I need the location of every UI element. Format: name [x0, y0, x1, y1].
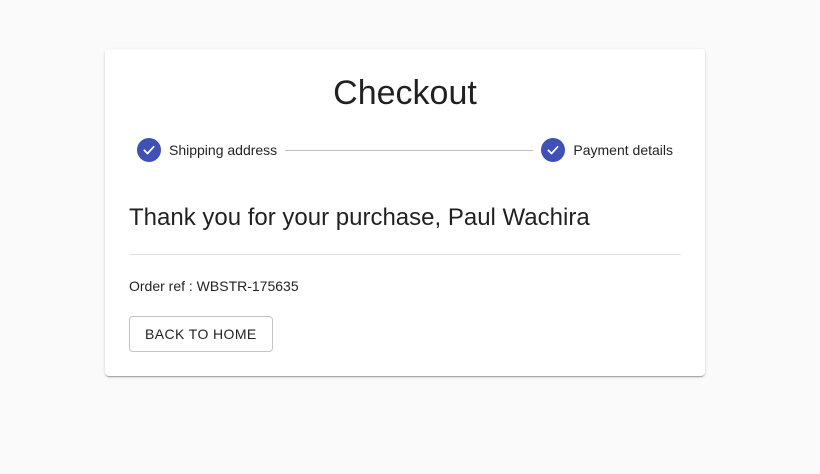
check-circle-icon — [541, 138, 566, 162]
step-connector — [285, 149, 534, 151]
back-to-home-button[interactable]: BACK TO HOME — [129, 316, 273, 352]
step-payment-details: Payment details — [541, 138, 673, 162]
step-shipping-address: Shipping address — [137, 138, 277, 162]
divider — [129, 254, 681, 255]
checkout-card: Checkout Shipping address Payment detail… — [105, 49, 705, 376]
order-reference: Order ref : WBSTR-175635 — [129, 278, 299, 294]
step-label: Shipping address — [169, 142, 278, 158]
check-circle-icon — [137, 138, 161, 162]
step-label: Payment details — [573, 142, 673, 158]
confirmation-message: Thank you for your purchase, Paul Wachir… — [129, 204, 590, 231]
checkout-stepper: Shipping address Payment details — [137, 138, 673, 162]
page-title: Checkout — [333, 74, 477, 112]
